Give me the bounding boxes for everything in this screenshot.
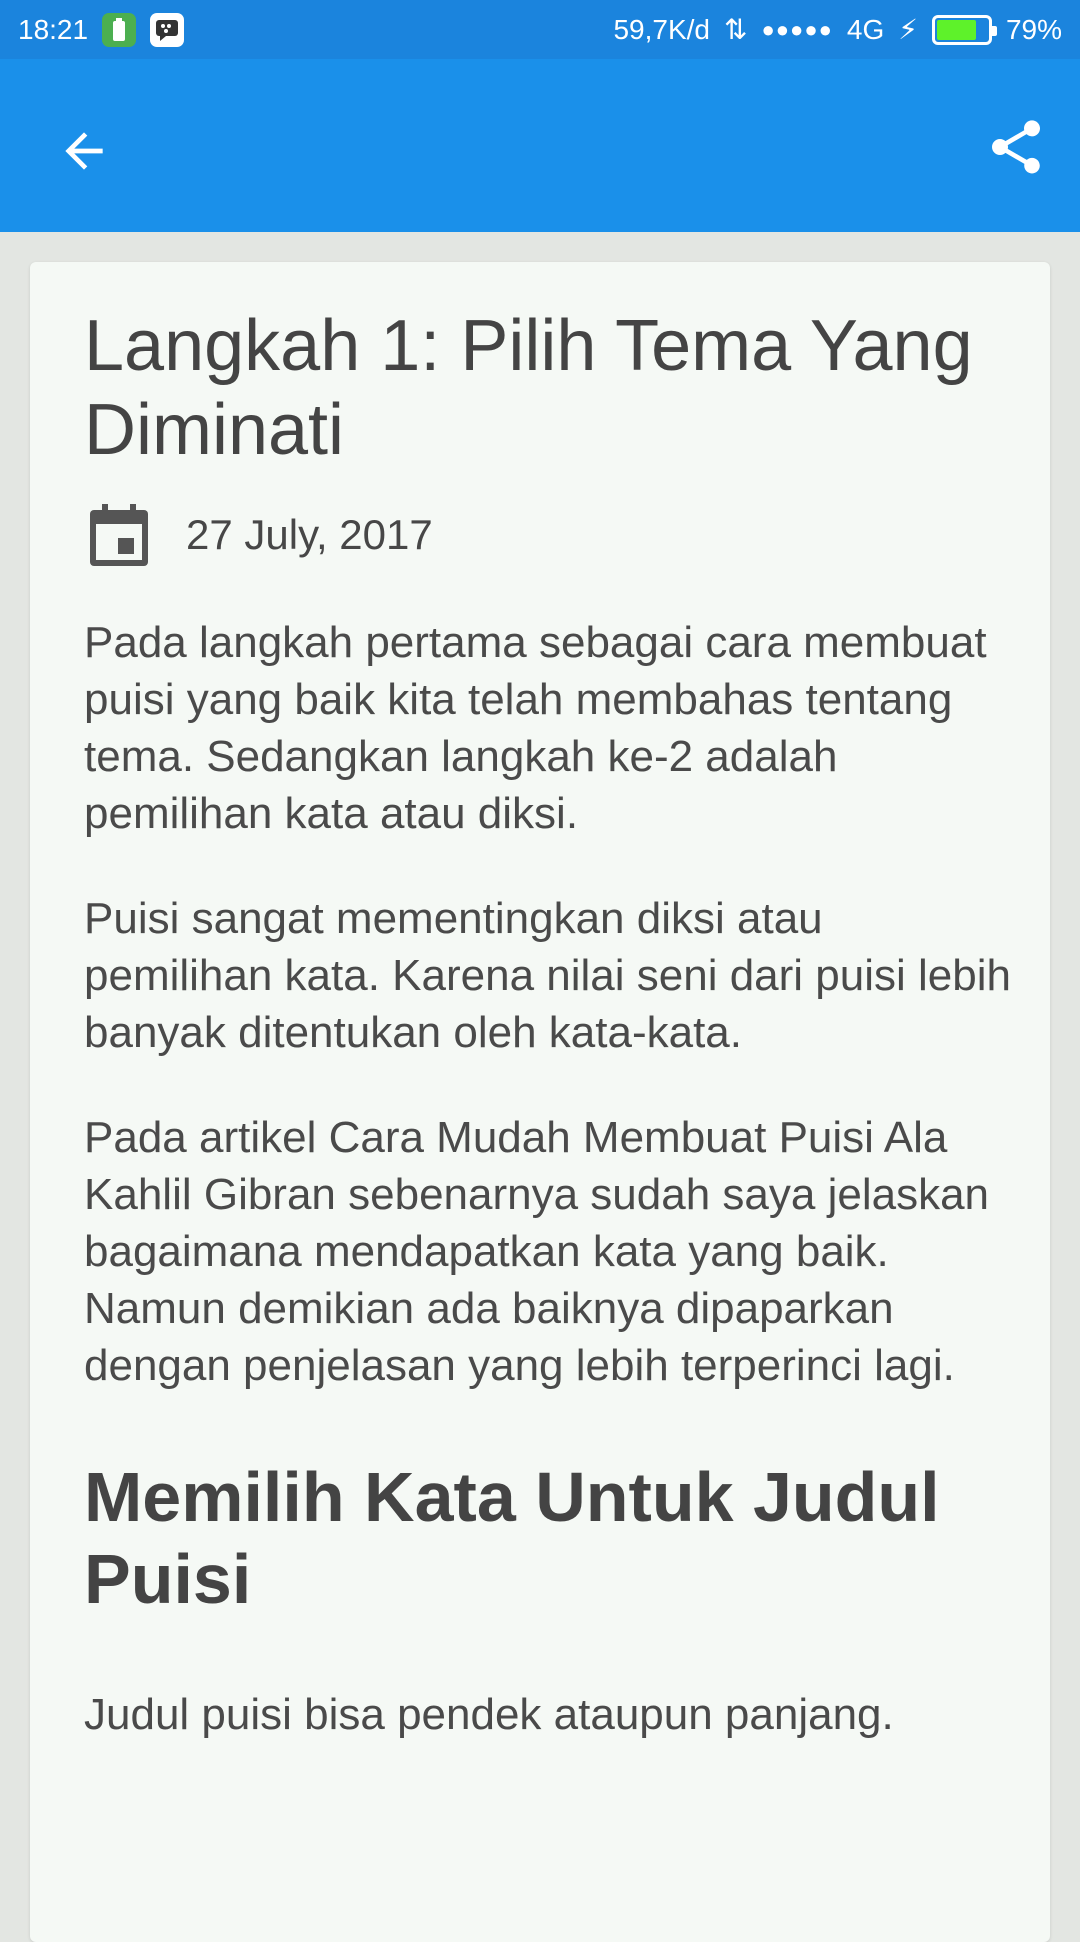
article-paragraph: Pada langkah pertama sebagai cara membua… <box>84 618 987 838</box>
status-time: 18:21 <box>18 13 89 45</box>
messenger-notification-icon <box>150 12 185 47</box>
article-paragraph: Puisi sangat mementingkan diksi atau pem… <box>84 894 1011 1057</box>
battery-percent: 79% <box>1005 13 1062 45</box>
article-card: Langkah 1: Pilih Tema Yang Diminati 27 J… <box>30 262 1050 1942</box>
share-button[interactable] <box>972 103 1060 191</box>
battery-saver-notification-icon <box>102 12 137 47</box>
section-heading: Memilih Kata Untuk Judul Puisi <box>84 1458 940 1618</box>
share-icon <box>992 120 1040 174</box>
article-content: Langkah 1: Pilih Tema Yang Diminati 27 J… <box>84 304 1014 1743</box>
status-bar-right: 59,7K/d ⇅ ●●●●● 4G ⚡ 79% <box>613 13 1062 46</box>
date-row: 27 July, 2017 <box>84 500 1014 570</box>
status-bar-left: 18:21 <box>18 12 185 47</box>
article-title: Langkah 1: Pilih Tema Yang Diminati <box>84 306 973 470</box>
network-speed: 59,7K/d <box>613 13 710 45</box>
network-type: 4G <box>846 13 885 45</box>
article-paragraph: Pada artikel Cara Mudah Membuat Puisi Al… <box>84 1113 990 1390</box>
article-date: 27 July, 2017 <box>186 511 433 558</box>
status-bar: 18:21 59,7K/d ⇅ ●●●●● 4G ⚡ 79% <box>0 0 1080 59</box>
section-paragraph: Judul puisi bisa pendek ataupun panjang. <box>84 1690 894 1739</box>
app-bar <box>0 59 1080 232</box>
arrow-back-icon <box>65 132 103 170</box>
signal-strength-icon: ●●●●● <box>761 16 833 42</box>
battery-level-fill <box>936 19 977 40</box>
back-button[interactable] <box>40 107 128 195</box>
charging-icon: ⚡ <box>898 14 918 45</box>
calendar-icon <box>90 504 148 566</box>
data-activity-icon: ⇅ <box>724 14 748 45</box>
battery-icon <box>931 14 997 45</box>
